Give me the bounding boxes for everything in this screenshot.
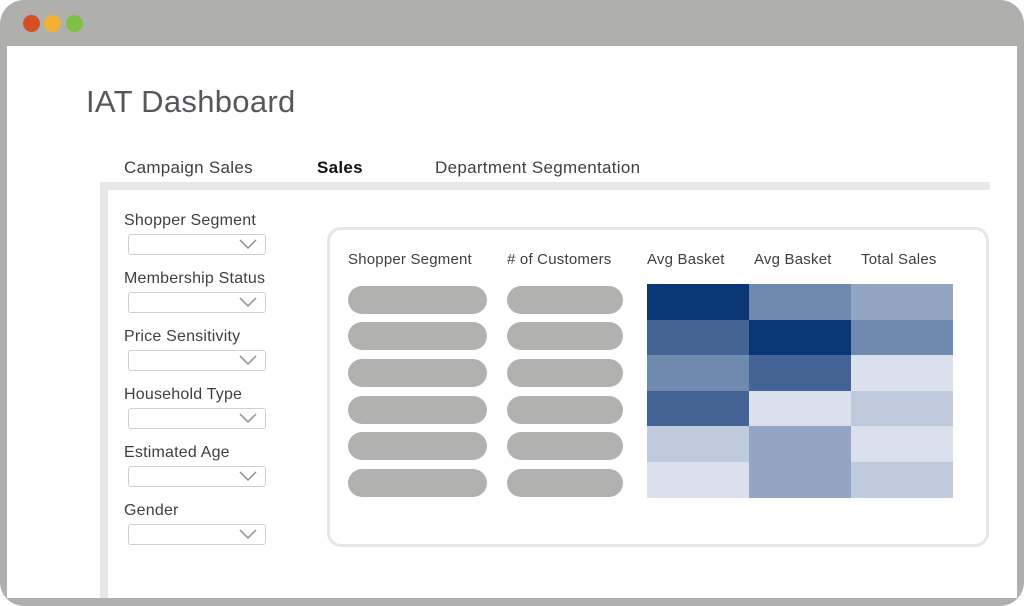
- column-header-total-sales: Total Sales: [861, 251, 937, 268]
- customers-placeholder: [507, 322, 623, 350]
- chevron-down-icon: [239, 413, 257, 424]
- column-header-avg-basket-2: Avg Basket: [754, 251, 832, 268]
- segment-placeholder: [348, 359, 487, 387]
- column-header-customers: # of Customers: [507, 251, 612, 268]
- filter-label-shopper-segment: Shopper Segment: [124, 212, 256, 229]
- panel-frame-top: [100, 182, 990, 190]
- filter-label-gender: Gender: [124, 502, 179, 519]
- household-type-dropdown[interactable]: [128, 408, 266, 429]
- chevron-down-icon: [239, 239, 257, 250]
- shopper-segment-dropdown[interactable]: [128, 234, 266, 255]
- segment-placeholder: [348, 322, 487, 350]
- gender-dropdown[interactable]: [128, 524, 266, 545]
- chevron-down-icon: [239, 355, 257, 366]
- membership-status-dropdown[interactable]: [128, 292, 266, 313]
- heatmap-cell: [851, 284, 953, 320]
- heatmap-cell: [647, 320, 749, 356]
- column-header-avg-basket-1: Avg Basket: [647, 251, 725, 268]
- panel-frame-left: [100, 182, 108, 598]
- heatmap-cell: [647, 426, 749, 462]
- heatmap-cell: [647, 391, 749, 427]
- heatmap-cell: [851, 355, 953, 391]
- tab-department-segmentation[interactable]: Department Segmentation: [435, 158, 640, 178]
- heatmap-cell: [647, 284, 749, 320]
- customers-placeholder: [507, 286, 623, 314]
- heatmap-cell: [647, 462, 749, 498]
- close-window-button[interactable]: [23, 15, 40, 32]
- filter-label-household-type: Household Type: [124, 386, 243, 403]
- segment-placeholder: [348, 432, 487, 460]
- heatmap-cell: [749, 391, 851, 427]
- heatmap-cell: [851, 462, 953, 498]
- heatmap-cell: [749, 426, 851, 462]
- chevron-down-icon: [239, 471, 257, 482]
- heatmap-cell: [749, 462, 851, 498]
- estimated-age-dropdown[interactable]: [128, 466, 266, 487]
- maximize-window-button[interactable]: [66, 15, 83, 32]
- segment-placeholder: [348, 469, 487, 497]
- customers-placeholder: [507, 396, 623, 424]
- heatmap-cell: [851, 391, 953, 427]
- price-sensitivity-dropdown[interactable]: [128, 350, 266, 371]
- filter-label-price-sensitivity: Price Sensitivity: [124, 328, 241, 345]
- heatmap-cell: [647, 355, 749, 391]
- segment-placeholder: [348, 396, 487, 424]
- dashboard-content: IAT Dashboard Campaign Sales Sales Depar…: [7, 46, 1017, 598]
- chevron-down-icon: [239, 529, 257, 540]
- page-title: IAT Dashboard: [86, 84, 296, 119]
- tab-campaign-sales[interactable]: Campaign Sales: [124, 158, 253, 178]
- segment-placeholder: [348, 286, 487, 314]
- title-bar: [0, 0, 1024, 46]
- filter-label-estimated-age: Estimated Age: [124, 444, 230, 461]
- customers-placeholder: [507, 469, 623, 497]
- heatmap-cell: [851, 320, 953, 356]
- app-window: IAT Dashboard Campaign Sales Sales Depar…: [0, 0, 1024, 606]
- heatmap-cell: [749, 355, 851, 391]
- heatmap-cell: [851, 426, 953, 462]
- minimize-window-button[interactable]: [44, 15, 61, 32]
- heatmap-cell: [749, 284, 851, 320]
- tab-sales[interactable]: Sales: [317, 158, 363, 178]
- filter-label-membership-status: Membership Status: [124, 270, 266, 287]
- customers-placeholder: [507, 432, 623, 460]
- customers-placeholder: [507, 359, 623, 387]
- column-header-shopper-segment: Shopper Segment: [348, 251, 472, 268]
- heatmap-cell: [749, 320, 851, 356]
- chevron-down-icon: [239, 297, 257, 308]
